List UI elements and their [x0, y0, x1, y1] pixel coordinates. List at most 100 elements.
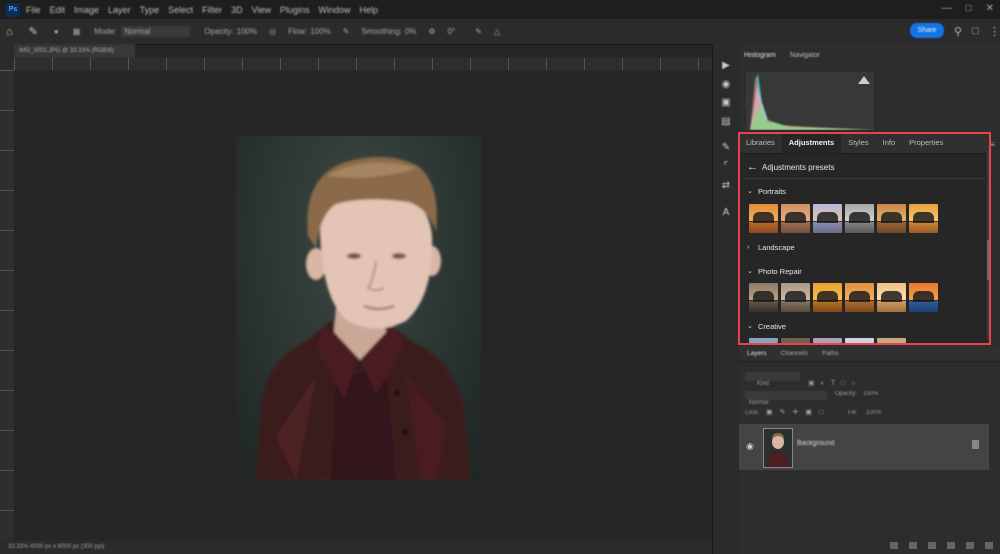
fill-field[interactable]: 100%: [866, 410, 881, 416]
document-tab[interactable]: IMG_0001.JPG @ 33.33% (RGB/8): [14, 44, 135, 58]
layer-opacity-field[interactable]: 100%: [863, 391, 878, 397]
creative-presets: [749, 338, 906, 343]
share-button[interactable]: Share: [910, 23, 944, 38]
layer-filter-search[interactable]: Kind: [745, 372, 800, 387]
transform-panel-icon[interactable]: ⇄: [720, 180, 732, 191]
menu-plugins[interactable]: Plugins: [280, 5, 310, 15]
preset-thumbnail[interactable]: [749, 283, 778, 312]
document-image[interactable]: [236, 136, 481, 480]
color-panel-icon[interactable]: ◉: [720, 79, 732, 90]
symmetry-icon[interactable]: △: [494, 27, 500, 36]
tab-navigator[interactable]: Navigator: [790, 52, 820, 59]
chevron-down-icon: ⌄: [747, 188, 753, 195]
layer-row-background[interactable]: ◉ Background: [739, 424, 989, 470]
smoothing-settings-icon[interactable]: ⚙: [428, 27, 435, 36]
adjustments-presets-back[interactable]: ← Adjustments presets: [747, 160, 834, 174]
tab-info[interactable]: Info: [876, 132, 903, 153]
tab-paths[interactable]: Paths: [822, 350, 839, 357]
opacity-field[interactable]: 100%: [237, 27, 257, 36]
tab-properties[interactable]: Properties: [902, 132, 950, 153]
menu-help[interactable]: Help: [360, 5, 379, 15]
section-creative[interactable]: ⌄ Creative: [747, 320, 786, 332]
brush-preset-picker[interactable]: ●: [54, 27, 59, 36]
preset-thumbnail[interactable]: [845, 283, 874, 312]
gradients-panel-icon[interactable]: ▤: [720, 116, 732, 127]
share-menu-icon[interactable]: ⋮: [989, 25, 1000, 38]
preset-thumbnail[interactable]: [877, 283, 906, 312]
close-icon[interactable]: ✕: [986, 3, 994, 14]
filter-icons[interactable]: ▣◐T□○: [808, 380, 862, 387]
adjustment-layer-icon[interactable]: [947, 542, 955, 549]
menu-image[interactable]: Image: [74, 5, 99, 15]
photo-repair-presets: [749, 283, 938, 312]
menu-file[interactable]: File: [26, 5, 41, 15]
preset-thumbnail[interactable]: [781, 204, 810, 233]
mode-select[interactable]: Normal: [120, 26, 191, 37]
preset-thumbnail[interactable]: [749, 338, 778, 343]
menu-filter[interactable]: Filter: [202, 5, 222, 15]
scrollbar-thumb[interactable]: [987, 240, 990, 280]
tools-panel-icon[interactable]: ⌜: [720, 161, 732, 172]
opacity-label: Opacity:: [204, 27, 234, 36]
workspace-icon[interactable]: □: [972, 25, 979, 37]
preset-thumbnail[interactable]: [749, 204, 778, 233]
angle-field[interactable]: 0°: [448, 27, 456, 36]
add-mask-icon[interactable]: [928, 542, 936, 549]
pressure-opacity-icon[interactable]: ◎: [269, 27, 276, 36]
histogram-graph: [746, 72, 874, 130]
minimize-icon[interactable]: —: [942, 3, 952, 14]
link-layers-icon[interactable]: [890, 542, 898, 549]
tab-adjustments[interactable]: Adjustments: [781, 132, 842, 153]
character-panel-icon[interactable]: A: [720, 207, 732, 218]
chevron-down-icon: ⌄: [747, 323, 753, 330]
search-icon[interactable]: ⚲: [954, 25, 962, 38]
menu-select[interactable]: Select: [168, 5, 193, 15]
airbrush-icon[interactable]: ✎: [343, 27, 350, 36]
menu-layer[interactable]: Layer: [108, 5, 131, 15]
brush-settings-icon[interactable]: ▦: [73, 27, 81, 36]
adjustments-tab-bar: Libraries Adjustments Styles Info Proper…: [739, 132, 991, 154]
menu-view[interactable]: View: [252, 5, 271, 15]
menu-edit[interactable]: Edit: [50, 5, 66, 15]
preset-thumbnail[interactable]: [845, 338, 874, 343]
section-photo-repair[interactable]: ⌄ Photo Repair: [747, 265, 802, 277]
home-icon[interactable]: ⌂: [6, 26, 13, 38]
maximize-icon[interactable]: □: [966, 3, 972, 14]
swatches-panel-icon[interactable]: ▣: [720, 97, 732, 108]
section-portraits[interactable]: ⌄ Portraits: [747, 185, 786, 197]
tab-libraries[interactable]: Libraries: [739, 132, 782, 153]
layer-name[interactable]: Background: [797, 440, 834, 447]
preset-thumbnail[interactable]: [813, 283, 842, 312]
brush-tool-icon[interactable]: ✎: [29, 25, 38, 38]
blend-mode-select[interactable]: Normal: [745, 391, 827, 406]
preset-thumbnail[interactable]: [813, 338, 842, 343]
eye-icon[interactable]: ◉: [746, 441, 754, 452]
new-layer-icon[interactable]: [985, 542, 993, 549]
preset-thumbnail[interactable]: [845, 204, 874, 233]
preset-thumbnail[interactable]: [781, 338, 810, 343]
preset-thumbnail[interactable]: [877, 204, 906, 233]
menu-3d[interactable]: 3D: [231, 5, 243, 15]
preset-thumbnail[interactable]: [909, 204, 938, 233]
preset-thumbnail[interactable]: [877, 338, 906, 343]
play-icon[interactable]: ▶: [720, 60, 732, 71]
lock-icons[interactable]: ▣✎✛▣□: [766, 408, 830, 416]
layer-style-icon[interactable]: [909, 542, 917, 549]
tab-channels[interactable]: Channels: [781, 350, 808, 357]
flow-field[interactable]: 100%: [310, 27, 330, 36]
menu-type[interactable]: Type: [140, 5, 160, 15]
adjust-brush-icon[interactable]: ✎: [720, 142, 732, 153]
preset-thumbnail[interactable]: [813, 204, 842, 233]
smoothing-field[interactable]: 0%: [405, 27, 417, 36]
preset-thumbnail[interactable]: [909, 283, 938, 312]
pressure-size-icon[interactable]: ✎: [475, 27, 482, 36]
menu-window[interactable]: Window: [319, 5, 351, 15]
tab-styles[interactable]: Styles: [841, 132, 875, 153]
tab-layers[interactable]: Layers: [747, 350, 767, 357]
panel-menu-icon[interactable]: ≡: [990, 140, 995, 149]
adjustments-scrollbar[interactable]: [987, 150, 990, 340]
preset-thumbnail[interactable]: [781, 283, 810, 312]
section-landscape[interactable]: › Landscape: [747, 241, 795, 253]
tab-histogram[interactable]: Histogram: [744, 52, 776, 59]
new-group-icon[interactable]: [966, 542, 974, 549]
